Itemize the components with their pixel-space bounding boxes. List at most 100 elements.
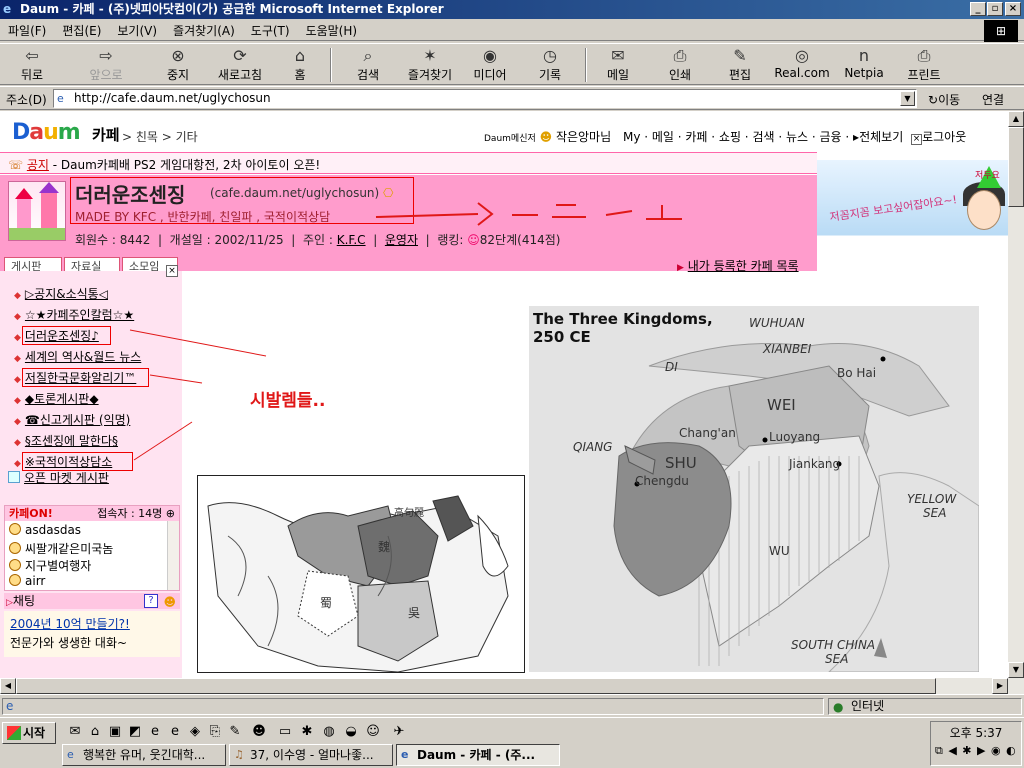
taskbar-button-active[interactable]: e Daum - 카페 - (주... bbox=[396, 744, 560, 766]
music-icon: ♫ bbox=[234, 748, 244, 761]
map-label: Chang'an bbox=[679, 426, 736, 440]
close-button[interactable]: × bbox=[1005, 2, 1021, 16]
mail-button[interactable]: ✉ 메일 bbox=[590, 46, 646, 84]
toolbar-separator bbox=[585, 48, 587, 82]
favorites-button[interactable]: ✶ 즐겨찾기 bbox=[402, 46, 458, 84]
menu-file[interactable]: 파일(F) bbox=[0, 19, 54, 39]
scroll-left-icon[interactable]: ◀ bbox=[0, 678, 16, 694]
history-button[interactable]: ◷ 기록 bbox=[522, 46, 578, 84]
quicklaunch-icon[interactable]: ◒ bbox=[342, 723, 360, 741]
mail-icon: ✉ bbox=[611, 46, 625, 65]
quicklaunch-icon[interactable]: ✎ bbox=[226, 723, 244, 741]
back-button[interactable]: ⇦ 뒤로 bbox=[4, 46, 60, 84]
go-button[interactable]: ↻이동 bbox=[928, 91, 960, 108]
history-icon: ◷ bbox=[543, 46, 557, 65]
quicklaunch-icon[interactable]: ▭ bbox=[276, 723, 294, 741]
minimize-button[interactable]: _ bbox=[970, 2, 986, 16]
ie-icon: e bbox=[3, 2, 12, 16]
map-label: XIANBEI bbox=[763, 342, 812, 356]
refresh-button[interactable]: ⟳ 새로고침 bbox=[212, 46, 268, 84]
window-title: Daum - 카페 - (주)넷피아닷컴이(가) 공급한 Microsoft I… bbox=[20, 2, 444, 16]
page-icon: e bbox=[57, 92, 64, 105]
status-text-pane: e bbox=[2, 698, 824, 715]
address-bar: 주소(D) e http://cafe.daum.net/uglychosun … bbox=[0, 86, 1024, 110]
menu-help[interactable]: 도움말(H) bbox=[298, 19, 366, 39]
map-label: WU bbox=[769, 544, 790, 558]
menu-tools[interactable]: 도구(T) bbox=[243, 19, 298, 39]
taskbar-button[interactable]: e 행복한 유머, 웃긴대학... bbox=[62, 744, 226, 766]
quicklaunch-icon[interactable]: e bbox=[166, 723, 184, 741]
horizontal-scrollbar[interactable]: ◀ ▶ bbox=[0, 678, 1024, 694]
toolbar-separator bbox=[330, 48, 332, 82]
printer-button[interactable]: ⎙ 프린트 bbox=[896, 46, 952, 84]
home-button[interactable]: ⌂ 홈 bbox=[272, 46, 328, 84]
map-year: 250 CE bbox=[533, 328, 591, 346]
map-label: 吳 bbox=[408, 606, 421, 620]
go-arrow-icon: ↻ bbox=[928, 93, 939, 107]
menu-view[interactable]: 보기(V) bbox=[109, 19, 165, 39]
scroll-down-icon[interactable]: ▼ bbox=[1008, 662, 1024, 678]
system-tray: 오후 5:37 ⧉ ◀ ✱ ▶ ◉ ◐ bbox=[930, 721, 1022, 766]
ie-icon: e bbox=[401, 748, 409, 761]
quicklaunch-icon[interactable]: ☺ bbox=[364, 723, 382, 741]
forward-button[interactable]: ⇨ 앞으로 bbox=[78, 46, 134, 84]
scroll-thumb[interactable] bbox=[1008, 127, 1024, 207]
scroll-up-icon[interactable]: ▲ bbox=[1008, 111, 1024, 127]
search-button[interactable]: ⌕ 검색 bbox=[340, 46, 396, 84]
map-label: 高句麗 bbox=[394, 508, 424, 519]
edit-button[interactable]: ✎ 편집 bbox=[712, 46, 768, 84]
media-button[interactable]: ◉ 미디어 bbox=[462, 46, 518, 84]
h-scroll-thumb[interactable] bbox=[16, 678, 936, 694]
zone-pane: ● 인터넷 bbox=[828, 698, 1022, 715]
vertical-scrollbar[interactable]: ▲ ▼ bbox=[1008, 111, 1024, 678]
quicklaunch-icon[interactable]: ◩ bbox=[126, 723, 144, 741]
quicklaunch-icon[interactable]: ✈ bbox=[390, 723, 408, 741]
quicklaunch-icon[interactable]: ☻ bbox=[250, 723, 268, 741]
maximize-button[interactable]: ▫ bbox=[987, 2, 1003, 16]
clock[interactable]: 오후 5:37 bbox=[931, 724, 1021, 741]
map-label: Luoyang bbox=[769, 430, 821, 444]
map-label: YELLOW bbox=[907, 492, 957, 506]
links-button[interactable]: 연결 bbox=[982, 91, 1004, 108]
map-label: WEI bbox=[767, 396, 796, 414]
start-button[interactable]: 시작 bbox=[2, 722, 56, 744]
forward-arrow-icon: ⇨ bbox=[99, 46, 113, 65]
menu-edit[interactable]: 편집(E) bbox=[54, 19, 109, 39]
quicklaunch-icon[interactable]: ◍ bbox=[320, 723, 338, 741]
quicklaunch-icon[interactable]: e bbox=[146, 723, 164, 741]
netpia-button[interactable]: n Netpia bbox=[836, 46, 892, 84]
stop-button[interactable]: ⊗ 중지 bbox=[150, 46, 206, 84]
map-label: Jiankang bbox=[789, 457, 841, 471]
menu-bar: 파일(F) 편집(E) 보기(V) 즐겨찾기(A) 도구(T) 도움말(H) bbox=[0, 19, 1024, 41]
realcom-button[interactable]: ◎ Real.com bbox=[772, 46, 832, 84]
realcom-icon: ◎ bbox=[795, 46, 809, 65]
map-label: 魏 bbox=[378, 540, 391, 554]
tray-icons[interactable]: ⧉ ◀ ✱ ▶ ◉ ◐ bbox=[935, 744, 1017, 758]
quicklaunch-icon[interactable]: ✉ bbox=[66, 723, 84, 741]
refresh-icon: ⟳ bbox=[233, 46, 247, 65]
quicklaunch-icon[interactable]: ⌂ bbox=[86, 723, 104, 741]
quicklaunch-icon[interactable]: ▣ bbox=[106, 723, 124, 741]
stop-icon: ⊗ bbox=[171, 46, 185, 65]
quicklaunch-icon[interactable]: ✱ bbox=[298, 723, 316, 741]
quicklaunch-icon[interactable]: ⎘ bbox=[206, 723, 224, 741]
map-label: Bo Hai bbox=[837, 366, 877, 380]
red-annotation-text: 시발렘들.. bbox=[250, 391, 326, 411]
menu-favorites[interactable]: 즐겨찾기(A) bbox=[165, 19, 243, 39]
print-button[interactable]: ⎙ 인쇄 bbox=[652, 46, 708, 84]
taskbar: 시작 ✉ ⌂ ▣ ◩ e e ◈ ⎘ ✎ ☻ ▭ ✱ ◍ ◒ ☺ ✈ e 행복한 … bbox=[0, 717, 1024, 768]
scroll-right-icon[interactable]: ▶ bbox=[992, 678, 1008, 694]
globe-icon: ● bbox=[833, 700, 844, 714]
home-icon: ⌂ bbox=[294, 46, 306, 65]
quicklaunch-icon[interactable]: ◈ bbox=[186, 723, 204, 741]
map-label: 蜀 bbox=[320, 596, 333, 610]
taskbar-button[interactable]: ♫ 37, 이수영 - 얼마나좋... bbox=[229, 744, 393, 766]
media-icon: ◉ bbox=[483, 46, 497, 65]
address-dropdown-button[interactable]: ▼ bbox=[900, 91, 915, 106]
address-input[interactable]: e http://cafe.daum.net/uglychosun ▼ bbox=[53, 89, 917, 108]
address-label: 주소(D) bbox=[6, 93, 47, 107]
toolbar: ⇦ 뒤로 ⇨ 앞으로 ⊗ 중지 ⟳ 새로고침 ⌂ 홈 ⌕ 검색 ✶ 즐겨찾기 ◉ 미디어 ◷ 기록… bbox=[0, 43, 1024, 85]
map-label: Chengdu bbox=[635, 474, 689, 488]
window-titlebar[interactable]: e Daum - 카페 - (주)넷피아닷컴이(가) 공급한 Microsoft… bbox=[0, 0, 1024, 19]
printer-icon: ⎙ bbox=[917, 46, 931, 65]
